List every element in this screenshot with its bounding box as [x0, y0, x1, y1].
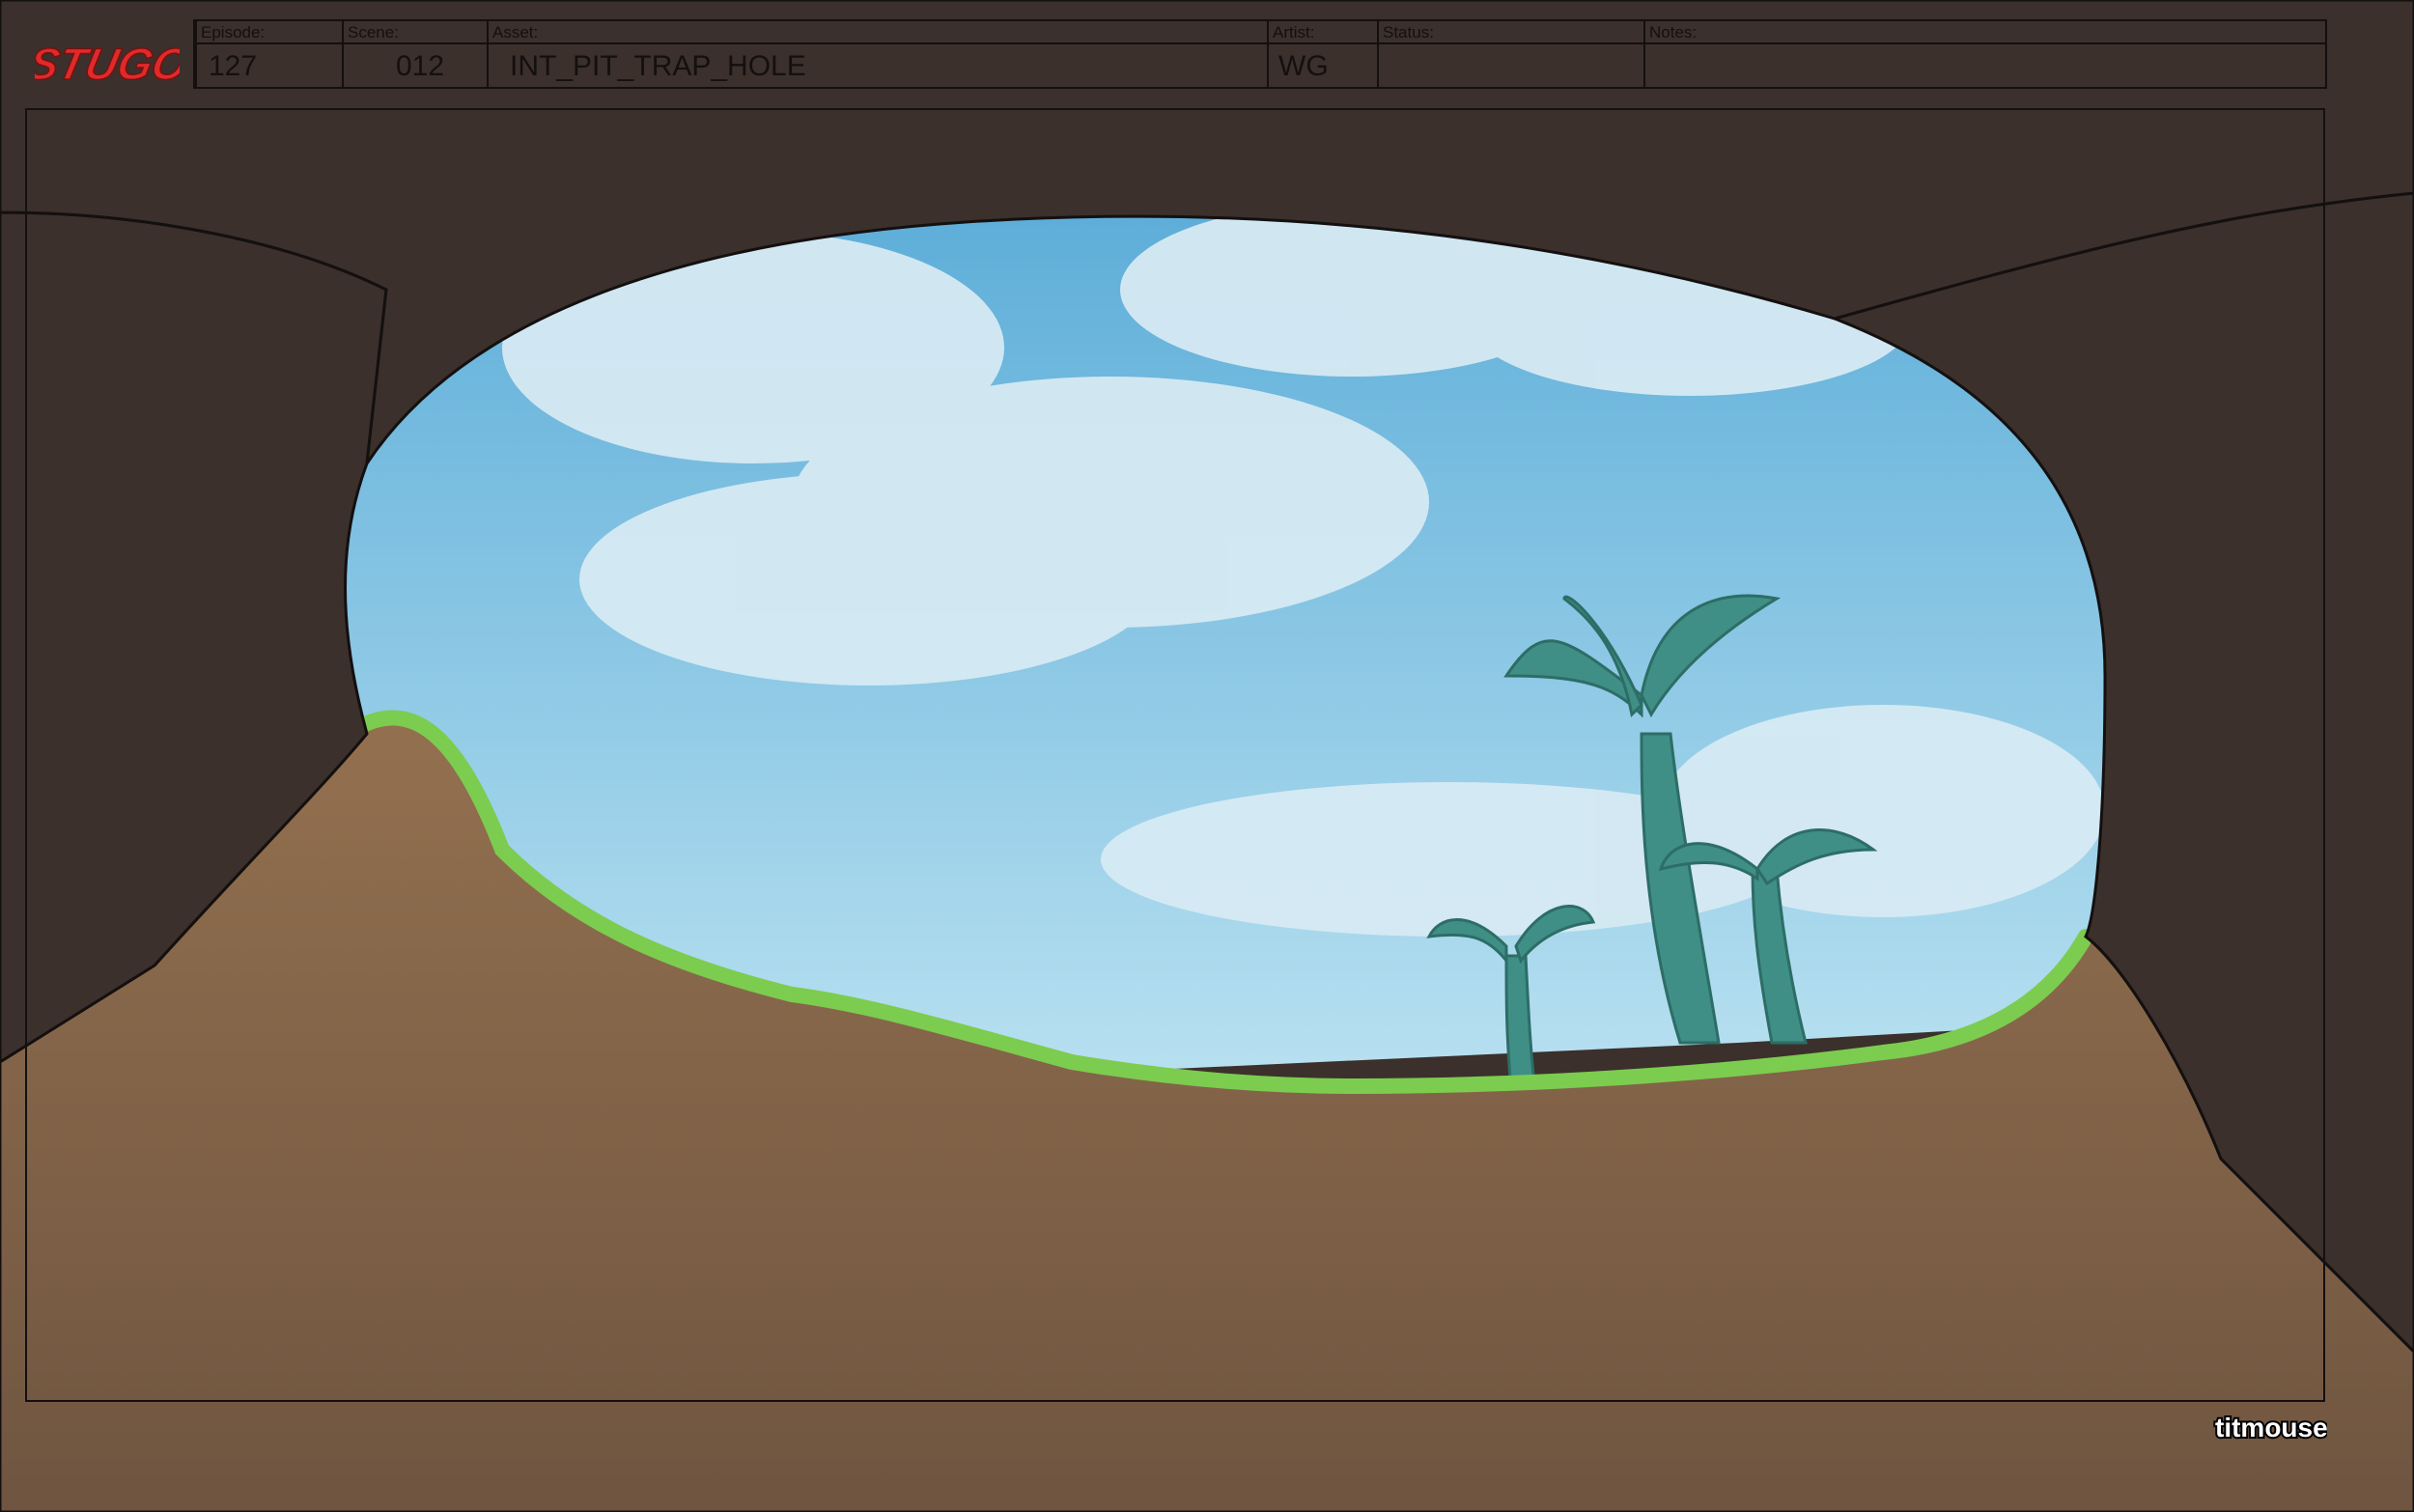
artist-value: WG: [1278, 50, 1329, 82]
asset-label: Asset:: [492, 23, 539, 42]
logo-text: STUGO: [35, 39, 180, 88]
episode-value: 127: [209, 50, 258, 82]
asset-cell: Asset: INT_PIT_TRAP_HOLE: [487, 21, 1267, 87]
artist-cell: Artist: WG: [1267, 21, 1377, 87]
notes-cell: Notes:: [1643, 21, 2325, 87]
episode-cell: Episode: 127: [195, 21, 342, 87]
episode-label: Episode:: [201, 23, 266, 42]
studio-logo: titmouse: [2213, 1411, 2327, 1444]
scene-cell: Scene: 012: [342, 21, 487, 87]
status-cell: Status:: [1377, 21, 1643, 87]
studio-logo-text: titmouse: [2215, 1413, 2327, 1442]
status-label: Status:: [1383, 23, 1434, 42]
show-logo: STUGO: [35, 39, 180, 90]
asset-value: INT_PIT_TRAP_HOLE: [510, 50, 806, 82]
artist-label: Artist:: [1273, 23, 1315, 42]
production-slate: Episode: 127 Scene: 012 Asset: INT_PIT_T…: [193, 19, 2327, 89]
scene-label: Scene:: [348, 23, 399, 42]
safe-frame: [25, 108, 2325, 1402]
notes-label: Notes:: [1649, 23, 1698, 42]
scene-value: 012: [396, 50, 445, 82]
